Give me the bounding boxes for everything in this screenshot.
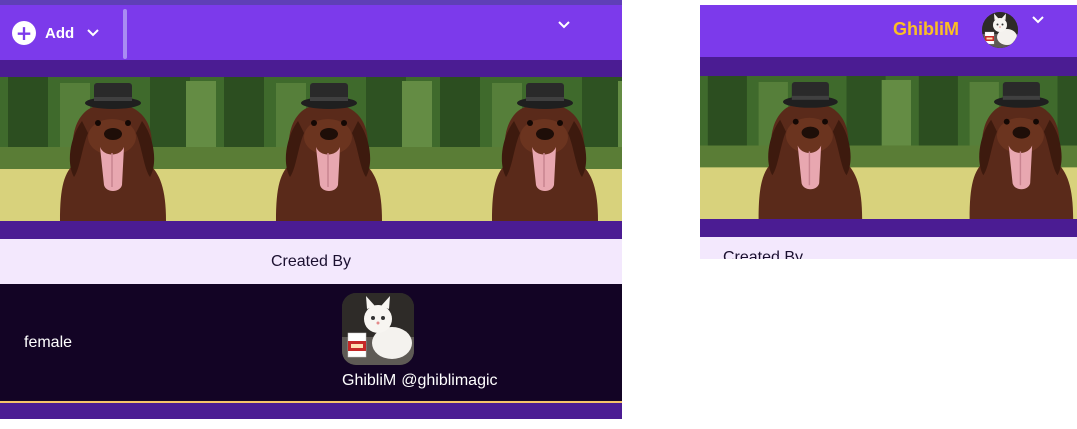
pet-detail-panel: + Add Created By female GhibliM @ghiblim… bbox=[0, 0, 622, 419]
created-by-label: Created By bbox=[270, 252, 352, 270]
creator-info[interactable]: GhibliM @ghiblimagic bbox=[342, 372, 498, 390]
dog-photo bbox=[432, 77, 622, 221]
created-by-label: Created By bbox=[723, 249, 804, 259]
add-button[interactable]: + Add bbox=[12, 19, 100, 47]
creator-display-name: GhibliM bbox=[342, 372, 397, 389]
dog-photo bbox=[911, 76, 1077, 219]
creator-avatar[interactable] bbox=[342, 293, 414, 365]
created-by-header: Created By bbox=[0, 239, 622, 284]
plus-circle-icon: + bbox=[12, 21, 36, 45]
chevron-down-icon[interactable] bbox=[86, 28, 100, 38]
dog-photo bbox=[0, 77, 216, 221]
dog-photo bbox=[216, 77, 432, 221]
creator-handle: @ghiblimagic bbox=[401, 372, 498, 389]
created-by-header: Created By bbox=[700, 237, 1077, 259]
avatar[interactable] bbox=[982, 12, 1018, 48]
gender-value: female bbox=[24, 334, 73, 351]
divider-line bbox=[0, 401, 622, 403]
user-header: GhibliM bbox=[700, 5, 1077, 57]
add-button-label: Add bbox=[45, 24, 75, 42]
dog-photo bbox=[700, 76, 911, 219]
toolbar-divider bbox=[123, 9, 127, 59]
toolbar: + Add bbox=[0, 5, 622, 60]
user-preview-panel: GhibliM Created By bbox=[700, 5, 1077, 259]
chevron-down-icon[interactable] bbox=[557, 20, 571, 30]
pet-banner bbox=[0, 77, 622, 221]
pet-banner bbox=[700, 76, 1077, 219]
username[interactable]: GhibliM bbox=[893, 19, 959, 40]
pet-info-row: female GhibliM @ghiblimagic bbox=[0, 284, 622, 401]
chevron-down-icon[interactable] bbox=[1031, 15, 1045, 25]
